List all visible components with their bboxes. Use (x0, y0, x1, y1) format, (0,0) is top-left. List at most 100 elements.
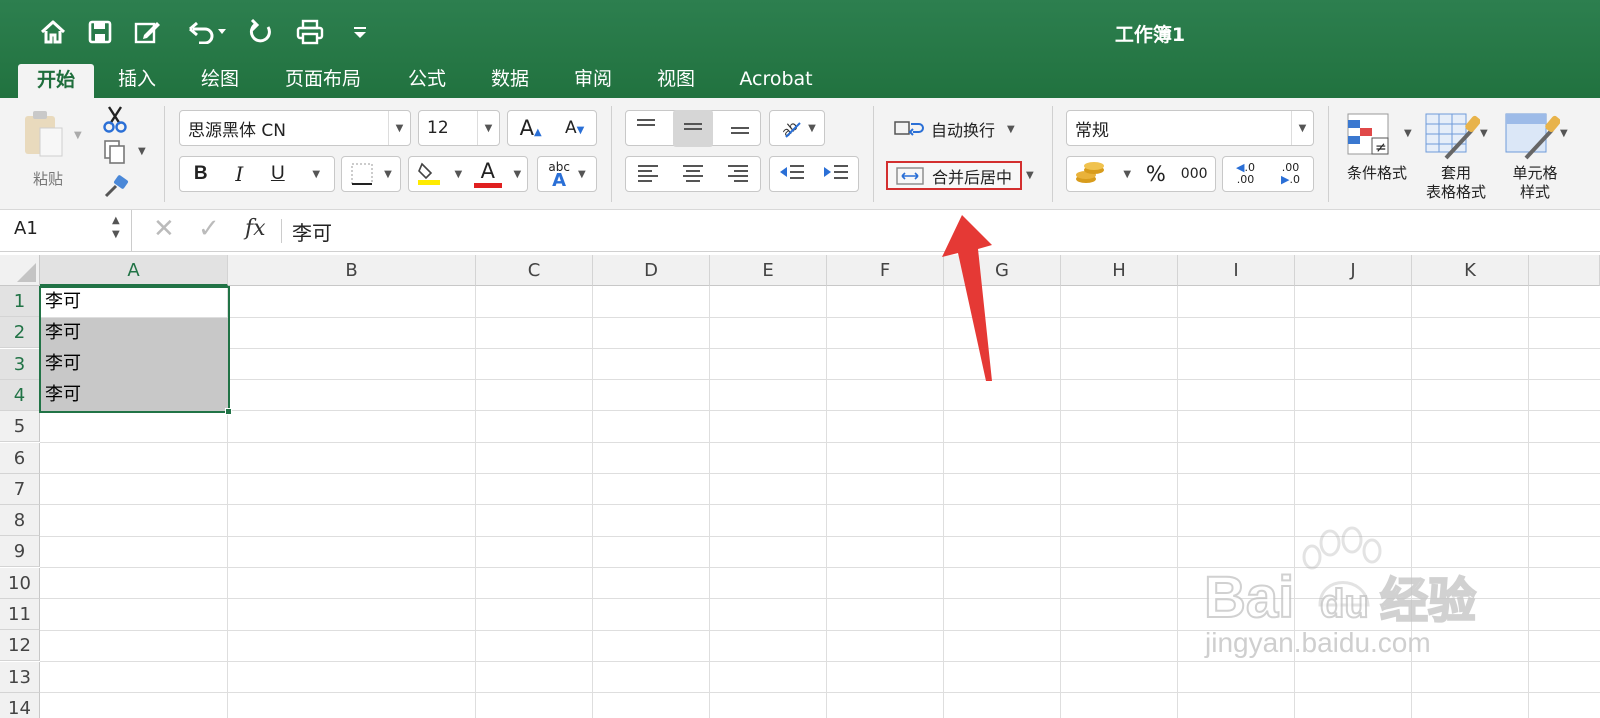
column-header-h[interactable]: H (1061, 255, 1178, 286)
bold-button[interactable]: B (194, 163, 208, 185)
save-icon[interactable] (82, 15, 118, 49)
format-painter-icon[interactable] (102, 174, 132, 202)
tab-data[interactable]: 数据 (476, 64, 544, 98)
percent-style-button[interactable]: % (1146, 162, 1166, 186)
align-bottom-icon[interactable] (728, 116, 752, 141)
undo-icon[interactable] (183, 15, 231, 49)
row-header-5[interactable]: 5 (0, 411, 40, 443)
column-gridline (709, 286, 710, 718)
underline-dropdown-icon[interactable]: ▼ (312, 169, 320, 180)
accounting-dropdown-icon[interactable]: ▼ (1123, 169, 1131, 180)
align-top-icon[interactable] (634, 116, 658, 141)
row-header-14[interactable]: 14 (0, 692, 40, 718)
row-header-1[interactable]: 1 (0, 286, 40, 317)
tab-formulas[interactable]: 公式 (393, 64, 461, 98)
print-icon[interactable] (292, 15, 328, 49)
row-gridline (40, 473, 1600, 474)
column-header-i[interactable]: I (1178, 255, 1295, 286)
orientation-dropdown-icon[interactable]: ▼ (808, 123, 816, 134)
enter-icon[interactable]: ✓ (198, 214, 220, 244)
number-format-select[interactable]: 常规 ▼ (1066, 110, 1314, 146)
row-header-9[interactable]: 9 (0, 536, 40, 568)
underline-button[interactable]: U (271, 163, 285, 185)
row-header-4[interactable]: 4 (0, 379, 40, 411)
font-size-select[interactable]: 12 ▼ (418, 110, 500, 146)
orientation-button[interactable]: ab ▼ (769, 110, 825, 146)
row-header-12[interactable]: 12 (0, 630, 40, 662)
phonetic-button[interactable]: abc A ▼ (537, 156, 597, 192)
accounting-format-icon[interactable] (1074, 159, 1108, 190)
format-as-table-button[interactable]: ▼ 套用 表格格式 (1420, 108, 1500, 202)
column-header-b[interactable]: B (228, 255, 476, 286)
font-size-dropdown-icon[interactable]: ▼ (477, 111, 499, 145)
decrease-indent-icon[interactable] (778, 162, 806, 187)
comma-style-button[interactable]: 000 (1181, 166, 1208, 182)
name-box[interactable]: A1 ▲ ▼ (0, 210, 132, 251)
select-all-corner[interactable] (0, 255, 40, 286)
merge-center-button[interactable]: 合并后居中 (886, 161, 1022, 190)
italic-button[interactable]: I (235, 162, 243, 186)
increase-decimal-button[interactable]: ◀.0 .00 (1236, 162, 1255, 186)
tab-draw[interactable]: 绘图 (186, 64, 254, 98)
grow-font-button[interactable]: A▲ (520, 116, 542, 140)
edit-icon[interactable] (130, 15, 166, 49)
insert-function-icon[interactable]: fx (245, 216, 266, 241)
wrap-text-dropdown-icon[interactable]: ▼ (1007, 124, 1015, 135)
fill-color-button[interactable] (415, 158, 443, 191)
merge-center-dropdown-icon[interactable]: ▼ (1026, 170, 1034, 181)
increase-indent-icon[interactable] (822, 162, 850, 187)
row-header-13[interactable]: 13 (0, 661, 40, 693)
tab-acrobat[interactable]: Acrobat (726, 64, 826, 98)
cut-icon[interactable] (100, 104, 134, 134)
align-middle-icon[interactable] (672, 109, 713, 147)
column-header-d[interactable]: D (593, 255, 710, 286)
tab-page-layout[interactable]: 页面布局 (270, 64, 376, 98)
copy-icon[interactable]: ▼ (102, 138, 152, 166)
font-color-dropdown-icon[interactable]: ▼ (513, 169, 521, 180)
font-color-button[interactable]: A (473, 160, 502, 188)
decimal-group: ◀.0 .00 .00 ▶.0 (1222, 156, 1314, 192)
column-gridline (1528, 286, 1529, 718)
row-header-11[interactable]: 11 (0, 599, 40, 630)
row-header-2[interactable]: 2 (0, 317, 40, 349)
name-box-stepper-icon[interactable]: ▲ ▼ (112, 214, 120, 242)
fill-color-dropdown-icon[interactable]: ▼ (454, 169, 462, 180)
align-center-icon[interactable] (681, 162, 705, 187)
paste-button[interactable]: ▼ 粘贴 (14, 106, 84, 196)
home-icon[interactable] (35, 15, 71, 49)
customize-toolbar-icon[interactable] (342, 15, 378, 49)
row-header-6[interactable]: 6 (0, 442, 40, 474)
column-header-k[interactable]: K (1412, 255, 1529, 286)
column-header-e[interactable]: E (710, 255, 827, 286)
font-name-dropdown-icon[interactable]: ▼ (388, 111, 410, 145)
fill-handle[interactable] (225, 408, 232, 415)
tab-insert[interactable]: 插入 (103, 64, 171, 98)
row-header-7[interactable]: 7 (0, 473, 40, 505)
decrease-decimal-button[interactable]: .00 ▶.0 (1281, 162, 1300, 186)
column-header-j[interactable]: J (1295, 255, 1412, 286)
align-right-icon[interactable] (726, 162, 750, 187)
conditional-formatting-button[interactable]: ≠ ▼ 条件格式 (1338, 108, 1418, 202)
wrap-text-button[interactable]: 自动换行 ▼ (893, 114, 1023, 144)
tab-view[interactable]: 视图 (642, 64, 710, 98)
font-style-group: B I U ▼ (179, 156, 335, 192)
shrink-font-button[interactable]: A▼ (565, 118, 584, 138)
row-header-8[interactable]: 8 (0, 505, 40, 537)
formula-content[interactable]: 李可 (292, 217, 332, 246)
row-header-3[interactable]: 3 (0, 348, 40, 380)
borders-button[interactable]: ▼ (341, 156, 401, 192)
cell-styles-button[interactable]: ▼ 单元格 样式 (1500, 108, 1600, 202)
column-header-f[interactable]: F (827, 255, 944, 286)
column-header-c[interactable]: C (476, 255, 593, 286)
redo-icon[interactable] (243, 15, 279, 49)
cancel-icon[interactable]: ✕ (153, 214, 175, 244)
number-format-dropdown-icon[interactable]: ▼ (1291, 111, 1313, 145)
phonetic-dropdown-icon[interactable]: ▼ (578, 169, 586, 180)
column-header-a[interactable]: A (40, 255, 228, 286)
tab-home[interactable]: 开始 (18, 64, 94, 98)
borders-dropdown-icon[interactable]: ▼ (384, 169, 392, 180)
row-header-10[interactable]: 10 (0, 567, 40, 599)
font-name-select[interactable]: 思源黑体 CN ▼ (179, 110, 411, 146)
tab-review[interactable]: 审阅 (559, 64, 627, 98)
align-left-icon[interactable] (636, 162, 660, 187)
